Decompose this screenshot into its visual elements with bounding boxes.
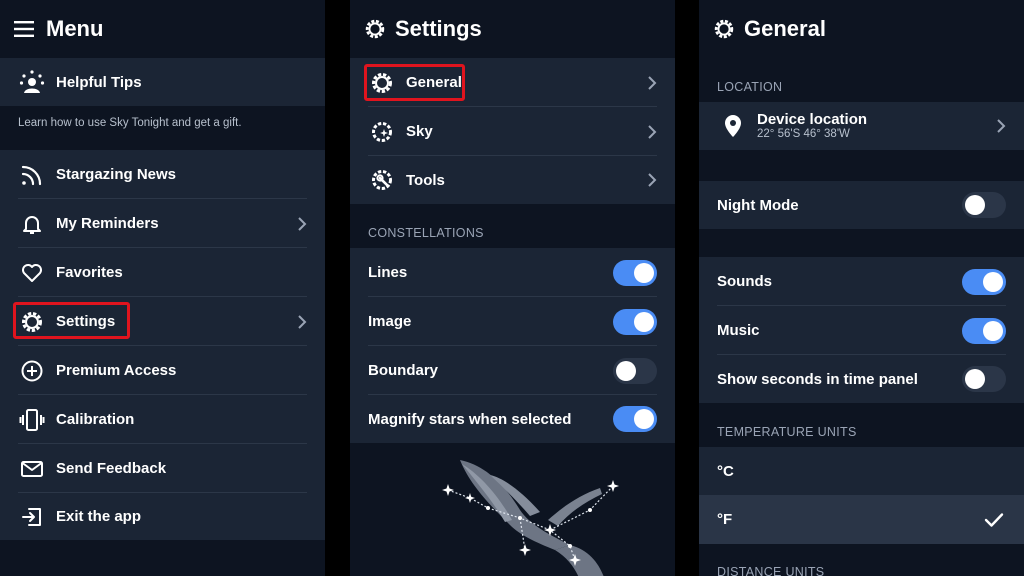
music-toggle[interactable] [962,317,1006,344]
menu-item-stargazing-news[interactable]: Stargazing News [0,150,325,199]
toggle-knob [983,320,1003,341]
show-seconds-toggle[interactable] [962,366,1006,392]
toggle-knob [634,262,654,283]
settings-item-label: Tools [406,171,445,189]
toggle-label: Night Mode [717,196,799,214]
hamburger-icon[interactable] [14,20,34,38]
menu-item-label: Send Feedback [56,460,167,477]
general-panel: General LOCATION Device location 22° 56'… [699,0,1024,576]
toggle-row-boundary: Boundary [350,346,675,395]
helpful-tips-description: Learn how to use Sky Tonight and get a g… [18,117,242,129]
page-title: General [744,16,826,41]
lines-toggle[interactable] [613,259,657,286]
toggle-label: Magnify stars when selected [368,410,572,428]
menu-item-label: Premium Access [56,362,177,379]
option-label: °F [717,511,733,528]
distance-section-title: DISTANCE UNITS [717,565,825,576]
gear-star-icon [368,118,396,146]
gear-icon [714,19,734,39]
settings-item-sky[interactable]: Sky [350,107,675,156]
helpful-tips-label: Helpful Tips [56,73,142,91]
toggle-knob [634,409,654,429]
chevron-right-icon [648,173,657,187]
image-toggle[interactable] [613,308,657,335]
menu-item-my-reminders[interactable]: My Reminders [0,199,325,248]
menu-item-label: Calibration [56,411,135,428]
toggle-knob [634,311,654,332]
toggle-label: Show seconds in time panel [717,370,918,388]
checkmark-icon [984,513,1004,527]
rss-icon [18,161,46,189]
device-location-text: Device location 22° 56'S 46° 38'W [757,111,867,141]
bell-icon [18,210,46,238]
device-location-label: Device location [757,110,868,128]
menu-item-premium-access[interactable]: Premium Access [0,346,325,395]
toggle-knob [965,195,985,215]
general-highlight-box [364,64,465,101]
toggle-label: Boundary [368,362,439,379]
settings-item-tools[interactable]: Tools [350,156,675,204]
settings-panel: Settings General Sky Tools CONSTELLATION… [350,0,675,576]
heart-icon [18,259,46,287]
show-seconds-row: Show seconds in time panel [699,355,1024,403]
temperature-option-fahrenheit[interactable]: °F [699,495,1024,544]
menu-item-label: Favorites [56,264,123,281]
sounds-row: Sounds [699,257,1024,306]
phone-vibrate-icon [18,406,46,434]
chevron-right-icon [298,216,307,231]
settings-item-label: Sky [406,123,433,140]
temperature-option-celsius[interactable]: °C [699,447,1024,495]
plus-circle-icon [18,357,46,385]
gear-icon [365,19,385,39]
helpful-tips-item[interactable]: Helpful Tips [0,58,325,106]
toggle-knob [616,360,636,381]
menu-panel: Menu Helpful Tips Learn how to use Sky T… [0,0,325,576]
menu-item-exit[interactable]: Exit the app [0,493,325,540]
menu-item-send-feedback[interactable]: Send Feedback [0,444,325,493]
settings-highlight-box [13,302,130,339]
menu-item-calibration[interactable]: Calibration [0,395,325,444]
option-label: °C [717,462,734,480]
menu-item-label: My Reminders [56,215,159,232]
gear-wrench-icon [368,166,396,194]
page-title: Settings [395,16,482,41]
menu-header: Menu [0,0,325,58]
toggle-knob [965,369,985,389]
chevron-right-icon [298,314,307,329]
menu-item-label: Stargazing News [56,166,177,183]
toggle-row-image: Image [350,297,675,346]
chevron-right-icon [648,124,657,139]
exit-icon [18,503,46,531]
toggle-row-magnify: Magnify stars when selected [350,395,675,443]
boundary-toggle[interactable] [613,357,657,384]
people-sparkle-icon [18,68,46,96]
night-mode-row: Night Mode [699,181,1024,229]
device-location-item[interactable]: Device location 22° 56'S 46° 38'W [699,102,1024,150]
location-pin-icon [719,112,747,140]
general-header: General [699,0,1024,58]
sounds-toggle[interactable] [962,268,1006,295]
toggle-label: Lines [368,264,408,281]
temperature-section-title: TEMPERATURE UNITS [717,425,857,439]
page-title: Menu [46,16,104,41]
toggle-knob [983,271,1003,292]
constellation-illustration [442,460,619,576]
chevron-right-icon [648,75,657,90]
settings-header: Settings [350,0,675,58]
menu-item-favorites[interactable]: Favorites [0,248,325,297]
constellations-section-title: CONSTELLATIONS [368,226,484,240]
toggle-label: Music [717,322,760,339]
toggle-row-lines: Lines [350,248,675,297]
envelope-icon [18,455,46,483]
toggle-label: Sounds [717,273,772,290]
menu-item-label: Exit the app [56,508,142,525]
magnify-toggle[interactable] [613,406,657,432]
chevron-right-icon [997,119,1006,133]
music-row: Music [699,306,1024,355]
device-location-coords: 22° 56'S 46° 38'W [757,128,850,141]
toggle-label: Image [368,313,412,330]
location-section-title: LOCATION [717,80,783,94]
night-mode-toggle[interactable] [962,192,1006,218]
